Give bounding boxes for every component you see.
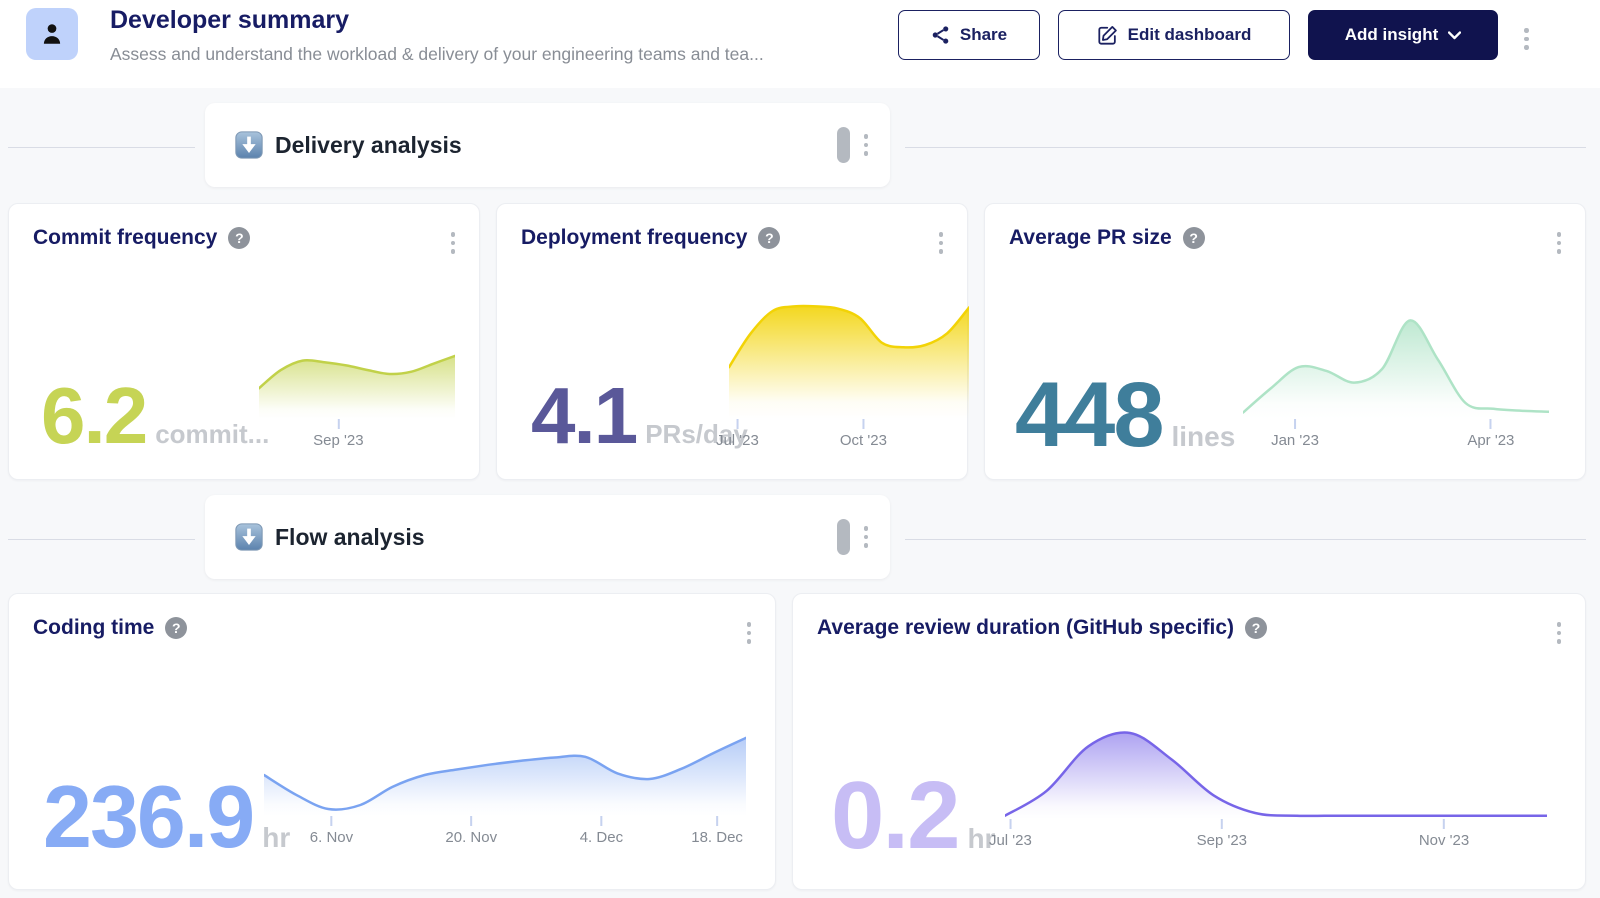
card-commit-frequency: Commit frequency ? 6.2 commit... Sep '23 <box>8 203 480 480</box>
x-tick-mark <box>337 419 339 429</box>
x-tick: Sep '23 <box>313 419 363 449</box>
add-insight-button-label: Add insight <box>1345 25 1438 45</box>
x-tick: 20. Nov <box>445 816 497 846</box>
section-divider <box>905 539 1586 540</box>
share-button-label: Share <box>960 25 1007 45</box>
edit-dashboard-button-label: Edit dashboard <box>1128 25 1252 45</box>
x-tick: Sep '23 <box>1197 819 1247 849</box>
card-average-review-duration: Average review duration (GitHub specific… <box>792 593 1586 890</box>
dashboard-avatar <box>26 8 78 60</box>
metric-value: 236.9 <box>43 773 253 861</box>
help-icon[interactable]: ? <box>758 227 780 249</box>
down-arrow-emoji-icon <box>235 523 263 551</box>
x-tick-label: Jan '23 <box>1271 432 1319 449</box>
metric-unit: lines <box>1172 421 1236 453</box>
add-insight-button[interactable]: Add insight <box>1308 10 1498 60</box>
page-overflow-menu[interactable] <box>1518 22 1535 56</box>
x-tick-mark <box>1009 819 1011 829</box>
card-deployment-frequency: Deployment frequency ? 4.1 PRs/day Jul '… <box>496 203 968 480</box>
person-icon <box>39 21 65 47</box>
x-tick-label: Jul '23 <box>989 832 1032 849</box>
section-overflow-menu[interactable] <box>864 526 869 548</box>
card-title: Coding time <box>33 616 154 640</box>
section-drag-handle[interactable] <box>837 127 850 163</box>
x-tick-mark <box>470 816 472 826</box>
x-tick-mark <box>862 419 864 429</box>
section-divider <box>905 147 1586 148</box>
x-tick: 6. Nov <box>310 816 353 846</box>
section-divider <box>8 147 195 148</box>
page-subtitle: Assess and understand the workload & del… <box>110 44 764 65</box>
section-title: Delivery analysis <box>275 132 837 159</box>
x-tick: Apr '23 <box>1467 419 1514 449</box>
x-tick-mark <box>1294 419 1296 429</box>
x-tick-label: 18. Dec <box>691 829 743 846</box>
x-tick-label: 20. Nov <box>445 829 497 846</box>
section-header-flow-analysis: Flow analysis <box>205 495 890 579</box>
x-tick-mark <box>1443 819 1445 829</box>
metric-unit: commit... <box>155 419 269 450</box>
x-tick-label: Apr '23 <box>1467 432 1514 449</box>
chevron-down-icon <box>1448 31 1461 40</box>
edit-dashboard-button[interactable]: Edit dashboard <box>1058 10 1290 60</box>
x-tick-label: Sep '23 <box>313 432 363 449</box>
card-title: Average review duration (GitHub specific… <box>817 616 1234 640</box>
metric-unit: hr <box>262 822 290 854</box>
share-button[interactable]: Share <box>898 10 1040 60</box>
sparkline-chart <box>259 337 455 419</box>
metric-value: 0.2 <box>831 768 958 864</box>
x-tick-mark <box>1221 819 1223 829</box>
x-tick-label: Oct '23 <box>840 432 887 449</box>
x-tick: Jan '23 <box>1271 419 1319 449</box>
metric-value: 4.1 <box>531 376 636 456</box>
metric-value: 448 <box>1015 369 1163 461</box>
x-tick: Jul '23 <box>716 419 759 449</box>
card-coding-time: Coding time ? 236.9 hr 6. Nov 20. Nov 4. D… <box>8 593 776 890</box>
sparkline-chart <box>1243 319 1549 419</box>
metric-value: 6.2 <box>41 376 146 456</box>
card-title: Deployment frequency <box>521 226 747 250</box>
section-drag-handle[interactable] <box>837 519 850 555</box>
sparkline-chart <box>729 299 969 419</box>
x-tick: Oct '23 <box>840 419 887 449</box>
x-tick-mark <box>716 816 718 826</box>
x-tick-label: Jul '23 <box>716 432 759 449</box>
section-divider <box>8 539 195 540</box>
x-tick-label: Nov '23 <box>1419 832 1469 849</box>
card-overflow-menu[interactable] <box>1553 228 1566 258</box>
edit-icon <box>1097 25 1118 46</box>
help-icon[interactable]: ? <box>165 617 187 639</box>
x-tick-mark <box>736 419 738 429</box>
card-overflow-menu[interactable] <box>447 228 460 258</box>
help-icon[interactable]: ? <box>1245 617 1267 639</box>
x-tick-label: 4. Dec <box>580 829 623 846</box>
section-overflow-menu[interactable] <box>864 134 869 156</box>
x-tick-mark <box>600 816 602 826</box>
section-header-delivery-analysis: Delivery analysis <box>205 103 890 187</box>
sparkline-chart <box>264 734 746 816</box>
x-tick: 18. Dec <box>691 816 743 846</box>
card-title: Average PR size <box>1009 226 1172 250</box>
x-tick-label: Sep '23 <box>1197 832 1247 849</box>
x-tick: Jul '23 <box>989 819 1032 849</box>
card-overflow-menu[interactable] <box>1553 618 1566 648</box>
share-icon <box>931 25 950 45</box>
card-average-pr-size: Average PR size ? 448 lines Jan '23 Apr '… <box>984 203 1586 480</box>
x-tick: 4. Dec <box>580 816 623 846</box>
card-title: Commit frequency <box>33 226 217 250</box>
page-title: Developer summary <box>110 6 349 35</box>
x-tick-mark <box>330 816 332 826</box>
x-tick-label: 6. Nov <box>310 829 353 846</box>
section-title: Flow analysis <box>275 524 837 551</box>
card-overflow-menu[interactable] <box>743 618 756 648</box>
card-overflow-menu[interactable] <box>935 228 948 258</box>
help-icon[interactable]: ? <box>228 227 250 249</box>
sparkline-chart <box>1005 727 1547 819</box>
x-tick-mark <box>1490 419 1492 429</box>
down-arrow-emoji-icon <box>235 131 263 159</box>
help-icon[interactable]: ? <box>1183 227 1205 249</box>
page-header: Developer summary Assess and understand … <box>0 0 1600 88</box>
x-tick: Nov '23 <box>1419 819 1469 849</box>
